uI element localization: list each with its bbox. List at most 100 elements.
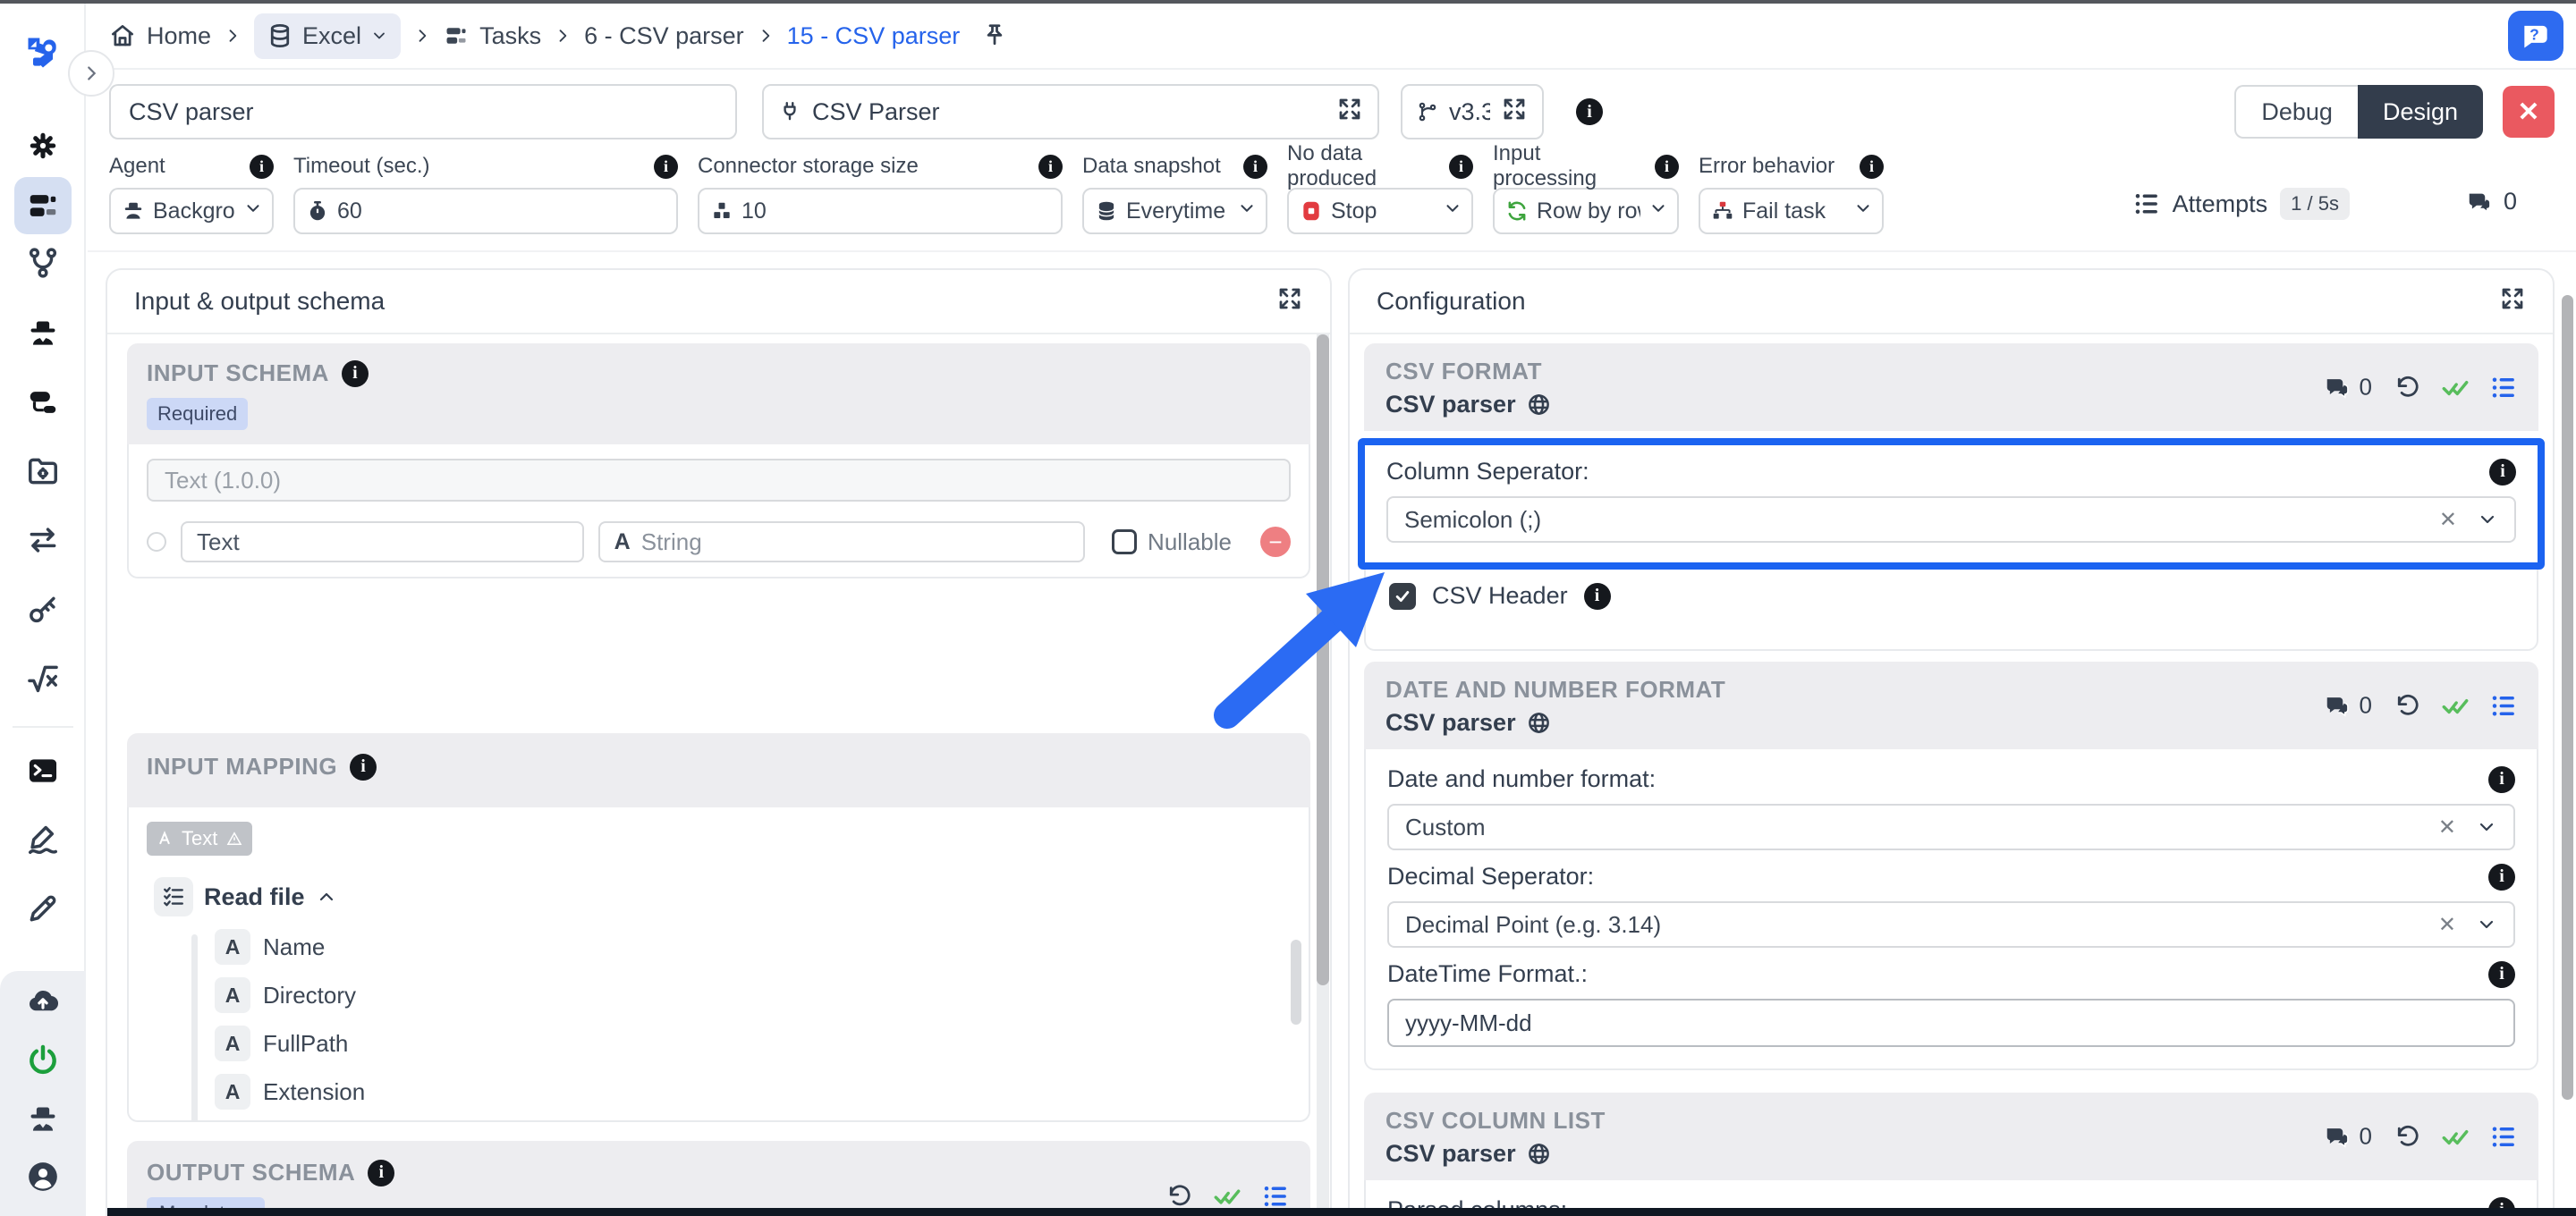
sqrt-icon	[26, 662, 60, 696]
tree-item[interactable]: A Directory	[215, 977, 1291, 1013]
app-logo[interactable]	[14, 24, 72, 81]
mapping-source-chip[interactable]: Text	[147, 822, 252, 856]
expand-icon[interactable]	[1501, 96, 1528, 129]
info-icon[interactable]: i	[1038, 155, 1063, 179]
sidebar-item-edit[interactable]	[14, 880, 72, 937]
breadcrumb-tasks[interactable]: Tasks	[444, 22, 541, 50]
info-icon[interactable]: i	[250, 155, 274, 179]
scrollbar-thumb[interactable]	[1317, 334, 1329, 985]
error-behavior-select[interactable]: Fail task	[1699, 188, 1884, 234]
no-data-produced-select[interactable]: Stop	[1287, 188, 1473, 234]
info-icon[interactable]: i	[1449, 155, 1473, 179]
schema-type-field[interactable]	[147, 459, 1291, 502]
section-comments-button[interactable]: 0	[2324, 374, 2372, 401]
page-scrollbar[interactable]	[2562, 295, 2573, 1100]
data-snapshot-select[interactable]: Everytime	[1082, 188, 1267, 234]
close-button[interactable]: ✕	[2503, 86, 2555, 138]
sidebar-item-signature[interactable]	[14, 811, 72, 868]
info-icon[interactable]: i	[2488, 864, 2515, 891]
expand-icon[interactable]	[2499, 285, 2526, 318]
sidebar-item-power[interactable]	[14, 1032, 72, 1089]
debug-button[interactable]: Debug	[2234, 85, 2358, 139]
sidebar-item-agents[interactable]	[14, 305, 72, 362]
sidebar-item-credentials[interactable]	[14, 581, 72, 638]
radio-button[interactable]	[147, 532, 166, 552]
field-type-select[interactable]: A String	[598, 521, 1085, 562]
decimal-separator-select[interactable]: Decimal Point (e.g. 3.14) ✕	[1387, 901, 2515, 948]
section-comments-button[interactable]: 0	[2324, 692, 2372, 720]
clear-icon[interactable]: ✕	[2438, 912, 2456, 938]
design-button[interactable]: Design	[2358, 85, 2483, 139]
mapping-scrollbar[interactable]	[1291, 940, 1301, 1025]
info-icon[interactable]: i	[350, 754, 377, 781]
info-icon[interactable]: i	[1860, 155, 1884, 179]
task-name-input[interactable]	[109, 84, 737, 139]
csv-header-checkbox[interactable]	[1389, 583, 1416, 610]
expand-icon[interactable]	[1336, 96, 1363, 129]
clear-icon[interactable]: ✕	[2438, 815, 2456, 840]
sidebar-item-connectors[interactable]	[14, 374, 72, 431]
tree-item[interactable]: A Name	[215, 929, 1291, 965]
expand-icon[interactable]	[1276, 285, 1303, 318]
sidebar-item-settings[interactable]	[14, 117, 72, 174]
setting-label: No data produced	[1287, 141, 1440, 191]
sidebar-item-projects[interactable]	[14, 443, 72, 500]
column-separator-select[interactable]: Semicolon (;) ✕	[1386, 496, 2516, 543]
info-icon[interactable]: i	[1655, 155, 1679, 179]
sidebar-collapse-button[interactable]	[68, 50, 114, 97]
undo-icon	[2394, 692, 2420, 719]
info-icon[interactable]: i	[2488, 766, 2515, 793]
chevron-down-icon	[2476, 816, 2497, 838]
sidebar-item-account[interactable]	[14, 1148, 72, 1205]
version-field[interactable]: v3.3.0	[1401, 84, 1544, 139]
section-comments-button[interactable]: 0	[2324, 1123, 2372, 1151]
info-icon[interactable]: i	[1584, 583, 1611, 610]
date-number-format-select[interactable]: Custom ✕	[1387, 804, 2515, 850]
attempts-control[interactable]: Attempts 1 / 5s	[2133, 188, 2350, 220]
chevron-down-icon	[370, 27, 388, 45]
breadcrumb-excel[interactable]: Excel	[254, 13, 401, 59]
breadcrumb-home[interactable]: Home	[109, 22, 211, 50]
sidebar-item-branches[interactable]	[14, 234, 72, 291]
breadcrumb-current[interactable]: 15 - CSV parser	[787, 22, 961, 50]
setting-label: Timeout (sec.)	[293, 154, 429, 179]
folder-gear-icon	[26, 454, 60, 488]
info-icon[interactable]: i	[342, 360, 369, 387]
double-check-icon	[1214, 1183, 1241, 1210]
help-button[interactable]: ?	[2508, 11, 2563, 61]
connector-field[interactable]: CSV Parser	[762, 84, 1379, 139]
info-icon[interactable]: i	[2488, 961, 2515, 988]
remove-field-button[interactable]: −	[1260, 527, 1291, 557]
pin-icon[interactable]	[981, 22, 1008, 49]
clear-icon[interactable]: ✕	[2439, 507, 2457, 533]
sidebar-item-functions[interactable]	[14, 650, 72, 707]
field-name-input[interactable]	[181, 521, 584, 562]
datetime-format-input[interactable]	[1387, 999, 2515, 1047]
tree-item[interactable]: A Extension	[215, 1074, 1291, 1110]
storage-size-input[interactable]: 10	[698, 188, 1063, 234]
section-connector-name: CSV parser	[1385, 391, 1516, 418]
agent-select[interactable]: Background	[109, 188, 274, 234]
sidebar-item-console[interactable]	[14, 742, 72, 799]
mapping-tree-root[interactable]: Read file	[154, 877, 1291, 916]
sidebar-item-agent-mode[interactable]	[14, 1091, 72, 1148]
timeout-input[interactable]: 60	[293, 188, 678, 234]
info-icon[interactable]: i	[1243, 155, 1267, 179]
sidebar-item-tasks[interactable]	[14, 177, 72, 234]
task-settings-row: Agenti Background Timeout (sec.)i 60 Con…	[88, 152, 2576, 252]
info-icon[interactable]: i	[1576, 98, 1603, 125]
nullable-label: Nullable	[1148, 528, 1232, 556]
sidebar-item-transfers[interactable]	[14, 511, 72, 569]
info-icon[interactable]: i	[654, 155, 678, 179]
list-icon	[2490, 374, 2517, 401]
sidebar-item-cloud-sync[interactable]	[14, 973, 72, 1030]
nullable-checkbox[interactable]	[1112, 529, 1137, 554]
info-icon[interactable]: i	[368, 1160, 394, 1186]
task-comments-button[interactable]: 0	[2466, 188, 2517, 215]
tree-item[interactable]: A FullPath	[215, 1026, 1291, 1061]
schema-panel-scrollbar[interactable]	[1317, 334, 1329, 1216]
input-processing-select[interactable]: Row by row	[1493, 188, 1679, 234]
list-icon	[2490, 1123, 2517, 1150]
info-icon[interactable]: i	[2489, 459, 2516, 486]
breadcrumb-folder[interactable]: 6 - CSV parser	[584, 22, 744, 50]
